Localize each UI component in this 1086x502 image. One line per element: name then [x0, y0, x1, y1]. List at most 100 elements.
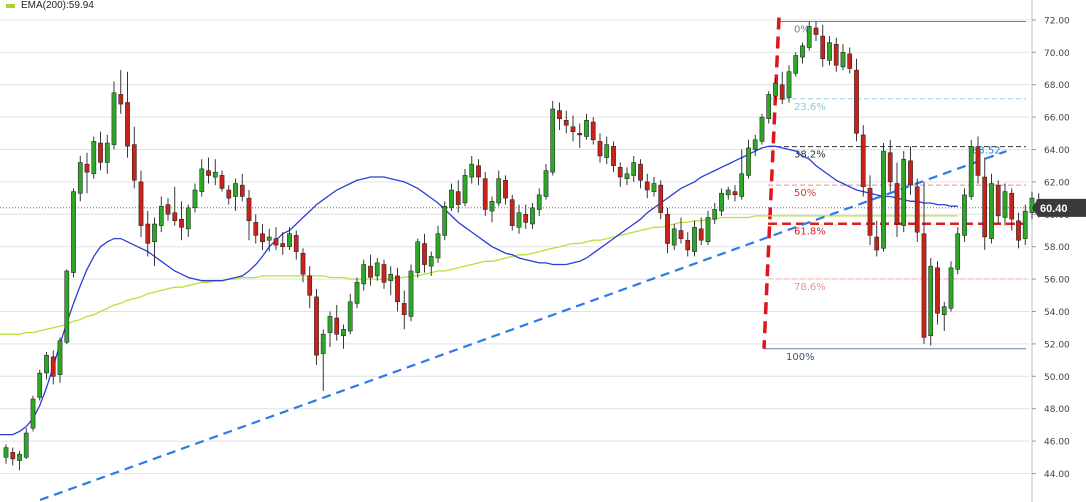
candle	[219, 170, 225, 192]
candle	[415, 238, 421, 278]
candle-body	[118, 94, 124, 105]
candle	[395, 267, 400, 312]
candle	[766, 91, 772, 124]
candle	[577, 123, 583, 148]
candle	[1022, 204, 1028, 246]
trendline-layer: 63.52	[39, 145, 1007, 502]
candle-body	[10, 452, 16, 460]
candle	[401, 290, 407, 330]
candle	[746, 139, 751, 179]
candle-body	[462, 175, 468, 204]
candle-body	[77, 162, 83, 194]
candle-body	[435, 233, 441, 259]
candle-body	[833, 43, 839, 66]
candle-body	[813, 27, 819, 35]
candle	[476, 159, 481, 186]
candle-body	[894, 183, 900, 225]
candle-body	[759, 116, 765, 142]
candle	[118, 70, 124, 114]
candle-body	[1016, 220, 1021, 241]
candle-body	[793, 55, 799, 74]
fib-level-label: 100%	[786, 352, 815, 363]
candle	[388, 266, 394, 296]
candle	[962, 188, 967, 242]
candle	[1002, 183, 1008, 226]
candle	[712, 202, 718, 225]
candle	[17, 450, 22, 471]
candle	[84, 152, 90, 194]
candle-body	[388, 273, 394, 281]
candle	[827, 36, 832, 66]
candle	[759, 113, 765, 145]
candle-body	[1002, 191, 1008, 218]
candle	[786, 65, 792, 103]
candle-body	[212, 171, 218, 178]
y-tick-label: 54.00	[1044, 308, 1070, 318]
candle-body	[658, 184, 664, 213]
candle-body	[152, 223, 157, 243]
candle-body	[428, 256, 434, 267]
y-tick-label: 44.00	[1044, 470, 1070, 480]
candle	[968, 139, 974, 200]
candle-body	[287, 233, 292, 247]
candle-body	[563, 120, 569, 126]
candle	[482, 172, 488, 216]
candle	[732, 185, 738, 202]
candle-body	[611, 146, 616, 166]
candle	[347, 293, 353, 335]
price-chart[interactable]: 72.0070.0068.0066.0064.0062.0060.0058.00…	[0, 0, 1086, 502]
candle-body	[698, 228, 704, 241]
candle-body	[1029, 197, 1035, 213]
candle	[37, 369, 43, 401]
candle	[705, 211, 711, 246]
candle-body	[624, 173, 630, 179]
candle-body	[692, 227, 697, 252]
candle-body	[71, 191, 76, 273]
candle-body	[226, 189, 232, 199]
candle-body	[509, 199, 515, 226]
candle-body	[786, 71, 792, 98]
candle-body	[273, 238, 279, 246]
candlestick-series	[3, 21, 1042, 471]
candle	[509, 194, 515, 231]
candle	[158, 196, 164, 233]
y-tick-label: 64.00	[1044, 146, 1070, 156]
candle-body	[131, 144, 137, 181]
candle	[833, 37, 839, 72]
candle-body	[395, 275, 400, 303]
candle-body	[617, 167, 623, 178]
candle-body	[739, 173, 745, 197]
candle-body	[23, 432, 29, 458]
candle	[698, 217, 704, 246]
candle-body	[469, 163, 475, 178]
candle	[658, 180, 664, 220]
candle-body	[111, 92, 117, 145]
candle-body	[590, 121, 596, 141]
candle-body	[820, 35, 826, 60]
candle	[908, 146, 913, 195]
y-axis: 72.0070.0068.0066.0064.0062.0060.0058.00…	[1031, 0, 1070, 502]
candle	[374, 258, 380, 281]
candle-body	[17, 453, 22, 461]
candle-body	[482, 178, 488, 210]
candle	[955, 227, 961, 275]
candle	[91, 136, 97, 179]
candle	[941, 301, 947, 331]
candle-body	[543, 170, 549, 197]
candle-body	[827, 42, 832, 61]
candle-body	[671, 228, 677, 246]
candle	[644, 173, 650, 199]
candle-body	[104, 142, 110, 163]
candle	[847, 47, 853, 74]
y-tick-label: 66.00	[1044, 114, 1070, 124]
candle-body	[401, 303, 407, 315]
candle-body	[179, 218, 184, 228]
candle-body	[705, 217, 711, 243]
candle	[874, 220, 880, 257]
candle	[179, 201, 184, 241]
candle	[206, 157, 211, 184]
candle	[982, 157, 988, 250]
candle-body	[962, 194, 967, 236]
candle-body	[496, 178, 502, 204]
candle	[381, 259, 387, 289]
